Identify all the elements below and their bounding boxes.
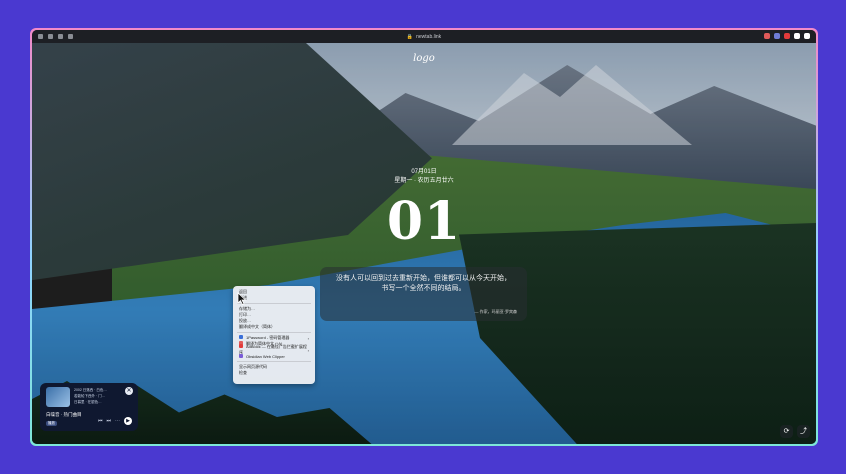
weekday-text: 星期一 · 农历五月廿六 bbox=[394, 178, 454, 184]
extensions bbox=[764, 33, 810, 39]
browser-frame: 🔒 newtab.link logo 07月01日 星期一 · 农历五月廿六 0… bbox=[30, 28, 818, 446]
nav-controls bbox=[38, 34, 73, 39]
next-icon[interactable]: ⏭ bbox=[106, 418, 111, 424]
mouse-cursor-icon bbox=[237, 292, 247, 305]
date-text: 07月01日 bbox=[411, 169, 437, 175]
extension-icon[interactable] bbox=[784, 33, 790, 39]
more-icon[interactable]: ⋯ bbox=[115, 418, 120, 424]
extension-icon[interactable] bbox=[764, 33, 770, 39]
forward-icon[interactable] bbox=[58, 34, 63, 39]
quote-line: 书写一个全然不同的结局。 bbox=[381, 285, 466, 292]
quote-author: — 作家，玛丽亚·罗宾森 bbox=[474, 309, 517, 314]
song-title: 白噪音 · 热门曲目 bbox=[46, 412, 82, 417]
chevron-right-icon: › bbox=[307, 335, 309, 341]
sidebar-icon[interactable] bbox=[38, 34, 43, 39]
chevron-right-icon: › bbox=[307, 347, 309, 353]
onepassword-icon bbox=[239, 335, 243, 339]
menu-separator bbox=[237, 303, 311, 304]
menu-item-translate[interactable]: 翻译成中文（简体） bbox=[233, 324, 315, 330]
share-icon[interactable]: ⤴ bbox=[797, 425, 810, 438]
refresh-icon[interactable]: ⟳ bbox=[780, 425, 793, 438]
date-display: 07月01日 星期一 · 农历五月廿六 bbox=[394, 168, 453, 186]
status-badge: 播放 bbox=[46, 421, 57, 426]
logo: logo bbox=[413, 53, 435, 64]
quote-card: 没有人可以回到过去重新开始，但谁都可以从今天开始， 书写一个全然不同的结局。 —… bbox=[320, 267, 527, 321]
extension-icon[interactable] bbox=[794, 33, 800, 39]
menu-separator bbox=[237, 332, 311, 333]
new-tab-page: logo 07月01日 星期一 · 农历五月廿六 01 没有人可以回到过去重新开… bbox=[32, 43, 816, 444]
menu-item-adblock[interactable]: AdBlock — 在最佳广告拦截扩展程序 › bbox=[233, 344, 315, 355]
track-line[interactable]: 日暮里 · 在银色… bbox=[74, 399, 107, 405]
play-icon[interactable]: ▶ bbox=[124, 417, 132, 425]
url-text: newtab.link bbox=[416, 33, 442, 40]
extension-icon[interactable] bbox=[774, 33, 780, 39]
player-controls: ⏮ ⏭ ⋯ ▶ bbox=[98, 417, 132, 425]
music-player: 2002 日落西 · 白色… 若能轮下西外 · 门… 日暮里 · 在银色… ✕ … bbox=[40, 383, 138, 431]
previous-icon[interactable]: ⏮ bbox=[98, 418, 103, 424]
menu-item-inspect[interactable]: 检查 bbox=[233, 370, 315, 376]
address-bar[interactable]: 🔒 newtab.link bbox=[407, 32, 441, 41]
extension-icon[interactable] bbox=[804, 33, 810, 39]
album-cover bbox=[46, 387, 70, 407]
obsidian-icon bbox=[239, 353, 243, 358]
menu-separator bbox=[237, 361, 311, 362]
lock-icon: 🔒 bbox=[406, 33, 414, 40]
browser-window: 🔒 newtab.link logo 07月01日 星期一 · 农历五月廿六 0… bbox=[32, 30, 816, 444]
adblock-icon bbox=[239, 344, 243, 348]
reload-icon[interactable] bbox=[68, 34, 73, 39]
quote-line: 没有人可以回到过去重新开始，但谁都可以从今天开始， bbox=[336, 275, 511, 282]
playlist: 2002 日落西 · 白色… 若能轮下西外 · 门… 日暮里 · 在银色… bbox=[74, 387, 107, 405]
close-icon[interactable]: ✕ bbox=[125, 387, 133, 395]
titlebar: 🔒 newtab.link bbox=[32, 30, 816, 43]
back-icon[interactable] bbox=[48, 34, 53, 39]
day-number: 01 bbox=[386, 191, 462, 252]
